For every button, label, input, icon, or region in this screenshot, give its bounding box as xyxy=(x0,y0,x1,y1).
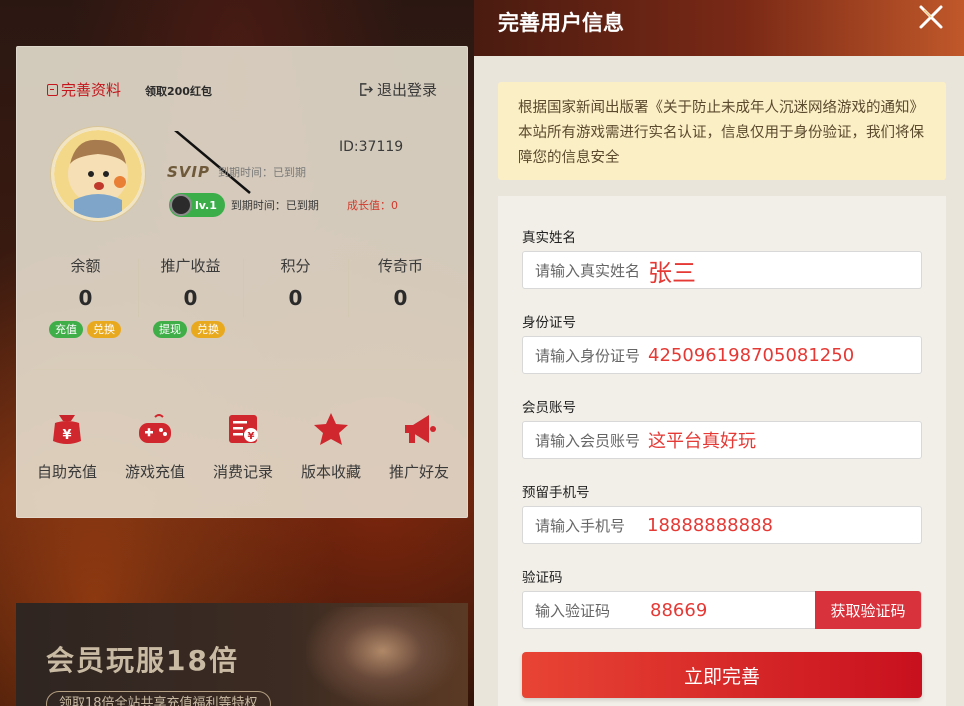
panel-title: 完善用户信息 xyxy=(498,11,624,35)
panel-header: 完善用户信息 xyxy=(474,0,964,56)
stat-label: 积分 xyxy=(280,257,311,275)
avatar-image xyxy=(54,130,142,218)
phone-label: 预留手机号 xyxy=(522,485,590,501)
name-value: 张三 xyxy=(648,258,697,287)
growth-value: 成长值：0 xyxy=(347,199,398,212)
wallet-icon: ¥ xyxy=(53,415,81,444)
account-label: 会员账号 xyxy=(522,400,576,416)
logout-button[interactable]: 退出登录 xyxy=(358,79,437,100)
code-placeholder: 输入验证码 xyxy=(535,601,611,620)
card-top-row: 完善资料 领取200红包 退出登录 xyxy=(47,79,437,101)
svip-badge: SVIP xyxy=(167,163,210,181)
account-field[interactable]: 请输入会员账号 这平台真好玩 xyxy=(522,421,922,459)
redpack-tip: 领取200红包 xyxy=(145,85,212,98)
gamepad-icon xyxy=(139,414,171,443)
name-field[interactable]: 请输入真实姓名 张三 xyxy=(522,251,922,289)
complete-profile-link[interactable]: 完善资料 xyxy=(47,79,121,100)
phone-field[interactable]: 请输入手机号 18888888888 xyxy=(522,506,922,544)
account-value: 这平台真好玩 xyxy=(648,431,757,452)
record-icon: ¥ xyxy=(229,415,258,443)
menu-label: 消费记录 xyxy=(212,463,273,481)
megaphone-icon xyxy=(405,415,436,443)
stat-value: 0 xyxy=(78,286,93,310)
notice-box: 根据国家新闻出版署《关于防止未成年人沉迷网络游戏的通知》本站所有游戏需进行实名认… xyxy=(498,82,946,180)
balance-actions: 充值 兑换 xyxy=(49,321,121,338)
menu-label: 游戏充值 xyxy=(124,463,185,481)
exchange-button[interactable]: 兑换 xyxy=(87,321,121,338)
promo-subtitle: 领取18倍全站共享充值福利等特权 xyxy=(46,691,271,706)
svip-expire: 到期时间：已到期 xyxy=(218,166,306,179)
logout-label: 退出登录 xyxy=(376,81,437,99)
stat-value: 0 xyxy=(393,286,408,310)
income-actions: 提现 兑换 xyxy=(153,321,225,338)
user-card: 完善资料 领取200红包 退出登录 ID:37119 SVIP 到期时间：已到期… xyxy=(16,46,468,518)
level-icon xyxy=(170,194,192,216)
menu-self-recharge[interactable]: ¥ 自助充值 xyxy=(25,409,109,482)
document-icon xyxy=(47,83,58,96)
stat-value: 0 xyxy=(288,286,303,310)
idcard-label: 身份证号 xyxy=(522,315,576,331)
stat-label: 余额 xyxy=(70,257,101,275)
account-placeholder: 请输入会员账号 xyxy=(535,431,641,450)
name-placeholder: 请输入真实姓名 xyxy=(535,261,641,280)
complete-info-panel: 完善用户信息 根据国家新闻出版署《关于防止未成年人沉迷网络游戏的通知》本站所有游… xyxy=(474,0,964,706)
menu-version-fav[interactable]: 版本收藏 xyxy=(289,409,373,482)
info-form: 真实姓名 请输入真实姓名 张三 身份证号 请输入身份证号 42509619870… xyxy=(498,196,946,706)
svg-text:¥: ¥ xyxy=(62,428,71,443)
stat-label: 推广收益 xyxy=(160,257,221,275)
menu-game-recharge[interactable]: 游戏充值 xyxy=(113,409,197,482)
menu-label: 版本收藏 xyxy=(300,463,361,481)
quick-menu: ¥ 自助充值 游戏充值 ¥ 消费记录 版本收藏 推广好友 xyxy=(25,409,461,482)
menu-invite-friends[interactable]: 推广好友 xyxy=(377,409,461,482)
phone-placeholder: 请输入手机号 xyxy=(535,516,626,535)
income-exchange-button[interactable]: 兑换 xyxy=(191,321,225,338)
stat-legend-coin: 传奇币 0 xyxy=(348,253,453,333)
promo-title: 会员玩服18倍 xyxy=(46,644,239,677)
menu-consume-record[interactable]: ¥ 消费记录 xyxy=(201,409,285,482)
idcard-field[interactable]: 请输入身份证号 425096198705081250 xyxy=(522,336,922,374)
level-expire: 到期时间：已到期 xyxy=(230,199,319,212)
code-value: 88669 xyxy=(650,599,708,621)
complete-profile-label: 完善资料 xyxy=(61,81,122,99)
divider xyxy=(33,369,451,370)
submit-button[interactable]: 立即完善 xyxy=(522,652,922,698)
star-icon xyxy=(314,413,348,445)
promo-banner[interactable]: 会员玩服18倍 领取18倍全站共享充值福利等特权 xyxy=(16,603,468,706)
user-id: ID:37119 xyxy=(339,139,404,155)
avatar[interactable] xyxy=(51,127,145,221)
recharge-button[interactable]: 充值 xyxy=(49,321,83,338)
withdraw-button[interactable]: 提现 xyxy=(153,321,187,338)
level-label: lv.1 xyxy=(195,198,217,212)
level-badge: lv.1 xyxy=(169,193,225,217)
name-label: 真实姓名 xyxy=(522,230,576,246)
svg-text:¥: ¥ xyxy=(248,431,255,442)
logout-icon xyxy=(360,83,373,96)
stat-value: 0 xyxy=(183,286,198,310)
idcard-value: 425096198705081250 xyxy=(648,344,855,366)
level-row: lv.1 到期时间：已到期 xyxy=(169,193,319,217)
menu-label: 自助充值 xyxy=(36,463,97,481)
close-icon[interactable] xyxy=(918,4,944,30)
code-field[interactable]: 输入验证码 88669 获取验证码 xyxy=(522,591,922,629)
idcard-placeholder: 请输入身份证号 xyxy=(535,346,641,365)
get-code-button[interactable]: 获取验证码 xyxy=(815,591,921,629)
stat-points: 积分 0 xyxy=(243,253,348,333)
stat-label: 传奇币 xyxy=(377,257,423,275)
svip-row: SVIP 到期时间：已到期 xyxy=(167,163,306,181)
phone-value: 18888888888 xyxy=(647,514,773,536)
menu-label: 推广好友 xyxy=(388,463,449,481)
code-label: 验证码 xyxy=(522,570,563,586)
hero-image xyxy=(306,607,468,706)
